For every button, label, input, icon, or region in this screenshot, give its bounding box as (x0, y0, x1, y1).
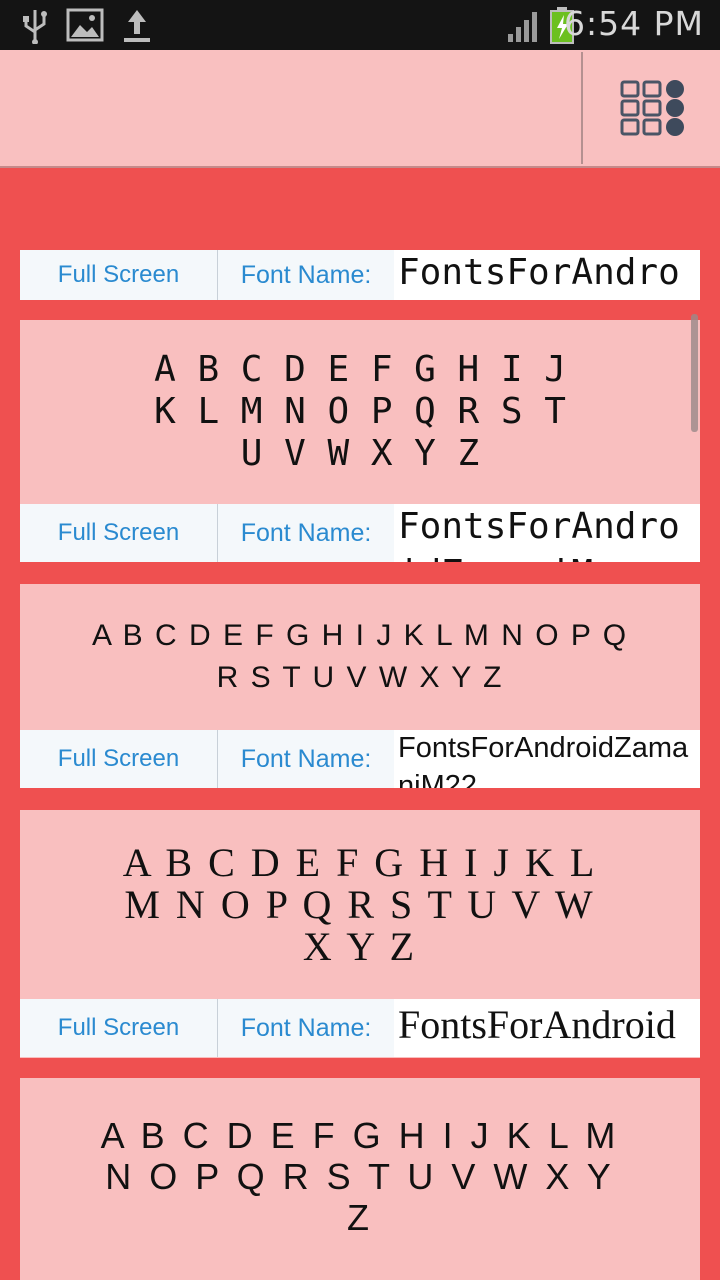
full-screen-button[interactable]: Full Screen (20, 250, 218, 300)
signal-icon (506, 8, 542, 46)
font-preview[interactable]: A B C D E F G H I J K L M N O P Q R S T … (20, 320, 700, 504)
notification-icons (22, 6, 152, 48)
preview-line: A B C D E F G H I J K L M (100, 1114, 620, 1156)
font-card: A B C D E F G H I J K L M N O P Q R S T … (20, 1078, 700, 1280)
usb-icon (22, 6, 48, 48)
font-name-value: FontsForAndroidZamaniM (394, 504, 700, 562)
font-name-value: FontsForAndroidZamaniM22 (394, 730, 700, 788)
app-bar (0, 50, 720, 168)
preview-line: N O P Q R S T U V W X Y (105, 1155, 615, 1197)
font-name-label: Font Name: (240, 260, 372, 289)
preview-line: U V W X Y Z (240, 433, 480, 474)
full-screen-button[interactable]: Full Screen (20, 504, 218, 562)
preview-line: A B C D E F G H I J K L (122, 839, 598, 885)
upload-icon (122, 6, 152, 48)
font-card-bar: Full Screen Font Name: FontsForAndroidZa… (20, 250, 700, 300)
font-name-label: Font Name: (240, 744, 372, 773)
font-card-bar: Full Screen Font Name: FontsForAndroidZa… (20, 730, 700, 788)
font-name-label: Font Name: (240, 518, 372, 547)
preview-line: A B C D E F G H I J K L M N O P Q (91, 619, 629, 652)
status-bar: 6:54 PM (0, 0, 720, 50)
font-preview[interactable]: A B C D E F G H I J K L M N O P Q R S T … (20, 1078, 700, 1274)
scrollbar-thumb[interactable] (691, 314, 698, 432)
font-preview[interactable]: A B C D E F G H I J K L M N O P Q R S T … (20, 584, 700, 730)
preview-line: A B C D E F G H I J (154, 349, 566, 390)
font-card: A B C D E F G H I J K L M N O P Q R S T … (20, 584, 700, 788)
font-name-value: FontsForAndroidZamaniM (394, 999, 700, 1057)
font-name-value: FontsForAndroidZamaniM (394, 250, 700, 300)
font-list[interactable]: Full Screen Font Name: FontsForAndroidZa… (0, 168, 720, 1280)
preview-line: M N O P Q R S T U V W (124, 881, 596, 927)
font-preview[interactable]: A B C D E F G H I J K L M N O P Q R S T … (20, 810, 700, 999)
font-card: A B C D E F G H I J K L M N O P Q R S T … (20, 320, 700, 562)
font-card-bar: Full Screen Font Name: FontsForAndroidZa… (20, 504, 700, 562)
preview-line: R S T U V W X Y Z (216, 661, 504, 694)
full-screen-button[interactable]: Full Screen (20, 999, 218, 1057)
grid-menu-icon[interactable] (612, 74, 702, 144)
preview-line: X Y Z (302, 923, 418, 969)
app-bar-divider (581, 52, 583, 164)
clock: 6:54 PM (564, 4, 704, 43)
image-icon (66, 7, 104, 47)
font-name-label: Font Name: (240, 1013, 372, 1042)
full-screen-button[interactable]: Full Screen (20, 730, 218, 788)
font-card: Full Screen Font Name: FontsForAndroidZa… (20, 250, 700, 300)
font-card: A B C D E F G H I J K L M N O P Q R S T … (20, 810, 700, 1058)
preview-line: Z (347, 1196, 373, 1238)
font-card-bar: Full Screen Font Name: FontsForAndroidZa… (20, 999, 700, 1057)
preview-line: K L M N O P Q R S T (154, 391, 566, 432)
